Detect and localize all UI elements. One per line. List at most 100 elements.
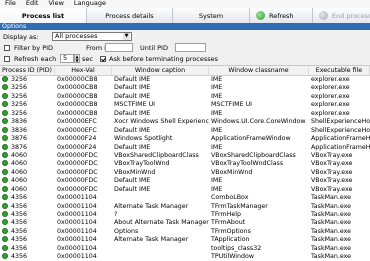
column-header-caption[interactable]: Window caption [112,66,209,75]
pid-value: 3876 [11,135,28,143]
pid-cell: 3876 [0,143,55,152]
caption-cell: Alternate Task Manager [114,202,189,210]
display-as-select[interactable]: All processes ▼ [52,32,132,41]
pid-cell: 4356 [0,202,55,211]
hex-cell: 0x00000FDC [57,151,98,159]
table-row[interactable]: 4356 0x00001104 Alternate Task Manager TFrm… [0,202,370,211]
pid-cell: 4060 [0,177,55,185]
process-status-icon [2,244,8,251]
refresh-interval-stepper[interactable]: ▲ ▼ [74,54,80,63]
column-header-executable[interactable]: Executable file [309,66,370,75]
caption-cell [112,245,209,253]
refresh-icon [256,11,265,20]
table-row[interactable]: 4356 0x00001104 Alternate Task Manager TApp… [0,236,370,244]
refresh-interval-input[interactable]: 5 [60,54,74,63]
tab-process-list[interactable]: Process list [0,8,87,23]
menu-item-edit[interactable]: Edit [21,0,44,8]
pid-cell: 3256 [0,101,55,109]
table-row[interactable]: 3256 0x00000CB8 Default IME IME explorer.exe [0,84,370,92]
process-status-icon [2,168,8,175]
pid-value: 4060 [11,151,28,159]
classname-cell: IME [211,177,223,185]
pid-cell: 4060 [0,168,55,177]
table-row[interactable]: 4060 0x00000FDC Default IME IME VBoxTray.exe [0,185,370,194]
process-status-icon [2,219,8,226]
classname-cell: ComboLBox [211,194,249,202]
process-status-icon [2,185,8,192]
column-header-pid[interactable]: Process ID (PID) [0,66,55,75]
executable-cell: ApplicationFrameHost.exe [311,135,370,143]
process-status-icon [2,109,8,116]
hex-cell: 0x00001104 [57,244,97,252]
process-status-icon [2,194,8,201]
menu-item-file[interactable]: File [0,0,21,8]
tab-process-details[interactable]: Process details [87,8,173,23]
pid-value: 4356 [11,253,28,261]
menu-bar: File Edit View Language [0,0,370,8]
table-row[interactable]: 4356 0x00001104? TFrmHelp TaskMan.exe [0,211,370,219]
filter-by-pid-checkbox[interactable] [4,45,10,51]
table-row[interactable]: 3876 0x00000F24 Windows Spotlight Applicati… [0,135,370,143]
executable-cell: VBoxTray.exe [311,151,353,159]
pid-cell: 4060 [0,185,55,194]
table-row[interactable]: 4356 0x00001104 Options TFrmOptions TaskMan.… [0,227,370,236]
end-process-button[interactable]: End process [313,8,370,23]
classname-cell: IME [211,143,223,151]
pid-value: 4356 [11,244,28,252]
classname-cell: IME [211,109,223,117]
refresh-each-checkbox[interactable] [4,56,10,62]
pid-value: 3256 [11,84,28,92]
pid-value: 4356 [11,194,28,202]
classname-cell: VBoxMinWnd [211,168,253,176]
hex-cell: 0x00001104 [57,202,97,210]
table-row[interactable]: 3256 0x00000CB8 Default IME IME explorer.exe [0,92,370,101]
pid-cell: 4060 [0,160,55,168]
pid-cell: 4356 [0,227,55,236]
hex-cell: 0x00000F24 [57,143,97,151]
table-row[interactable]: 3836 0x00000EFC Default IME IME ShellExperie… [0,126,370,135]
hex-cell: 0x00000CB8 [57,76,98,83]
options-panel: Display as: All processes ▼ Filter by PI… [0,30,370,65]
executable-cell: VBoxTray.exe [311,168,353,176]
pid-cell: 3256 [0,92,55,101]
classname-cell: TFrmTaskManager [211,202,268,210]
ask-before-terminating-checkbox[interactable] [100,56,106,62]
classname-cell: Windows.UI.Core.CoreWindow [211,118,306,126]
table-row[interactable]: 4060 0x00000FDC VBoxSharedClipboardClass VB… [0,151,370,160]
process-status-icon [2,92,8,99]
column-header-classname[interactable]: Window classname [209,66,309,75]
table-row[interactable]: 4356 0x00001104 ComboLBox TaskMan.exe [0,194,370,202]
hex-cell: 0x00000EFC [57,118,97,126]
from-pid-input[interactable] [105,43,133,52]
classname-cell: TFrmAbout [211,219,246,227]
executable-cell: explorer.exe [311,101,350,109]
table-row[interactable]: 4356 0x00001104 tooltips_class32 TaskMan.ex… [0,244,370,253]
pid-value: 3256 [11,101,28,109]
executable-cell: TaskMan.exe [311,194,352,202]
refresh-button[interactable]: Refresh [250,8,313,23]
pid-value: 3256 [11,76,28,83]
caption-cell: Options [114,227,139,235]
column-header-hex[interactable]: Hex-Val [55,66,112,75]
tab-system[interactable]: System [173,8,250,23]
menu-item-language[interactable]: Language [69,0,111,8]
menu-item-view[interactable]: View [43,0,68,8]
process-status-icon [2,76,8,82]
caption-cell: Default IME [114,185,151,193]
until-pid-input[interactable] [175,43,206,52]
table-row[interactable]: 3256 0x00000CB8 MSCTFIME UI MSCTFIME UI expl… [0,101,370,109]
hex-cell: 0x00001104 [57,194,97,202]
table-row[interactable]: 4060 0x00000FDC Default IME IME VBoxTray.exe [0,177,370,185]
table-row[interactable]: 3836 0x00000EFC Xocr Windows Shell Experie… [0,118,370,126]
table-row[interactable]: 4060 0x00000FDC VBoxMinWnd VBoxMinWnd VBoxTr… [0,168,370,177]
table-row[interactable]: 3256 0x00000CB8 Default IME IME explorer.exe [0,76,370,84]
table-row[interactable]: 4356 0x00001104 About Alternate Task Manag… [0,219,370,227]
table-row[interactable]: 3876 0x00000F24 Default IME IME ApplicationF… [0,143,370,152]
table-row[interactable]: 3256 0x00000CB8 Default IME IME explorer.exe [0,109,370,118]
table-row[interactable]: 4060 0x00000FDC VBoxTrayToolWnd VBoxTrayToo… [0,160,370,168]
ask-before-terminating-label: Ask before terminating processes [109,55,219,63]
caption-cell: Default IME [114,76,151,83]
hex-cell: 0x00000F24 [57,135,97,143]
pid-value: 4356 [11,236,28,244]
pid-value: 3836 [11,126,28,134]
